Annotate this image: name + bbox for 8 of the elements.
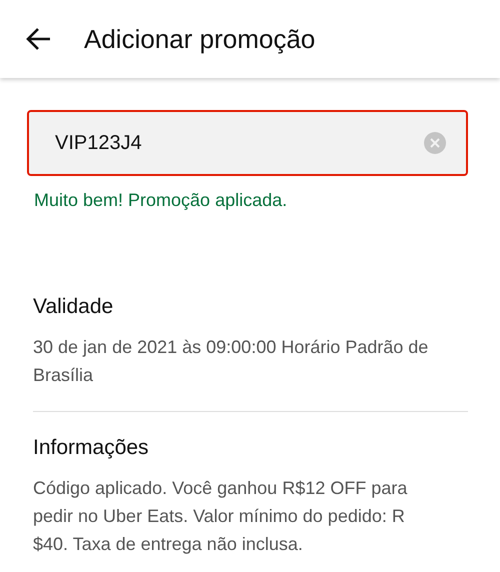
page-title: Adicionar promoção: [84, 24, 316, 54]
section-title: Validade: [33, 295, 114, 319]
success-message: Muito bem! Promoção aplicada.: [34, 190, 288, 211]
promo-code-field[interactable]: VIP123J4: [27, 110, 468, 176]
back-arrow-icon[interactable]: [26, 26, 52, 52]
section-title: Informações: [33, 436, 150, 460]
section-text: Código aplicado. Você ganhou R$12 OFF para pedir no Uber Eats. Valor mínimo do pedido: R $40. Taxa de entrega não inclusa.: [33, 477, 408, 556]
section-text: 30 de jan de 2021 às 09:00:00 Horário Padrão de Brasília: [33, 336, 430, 387]
